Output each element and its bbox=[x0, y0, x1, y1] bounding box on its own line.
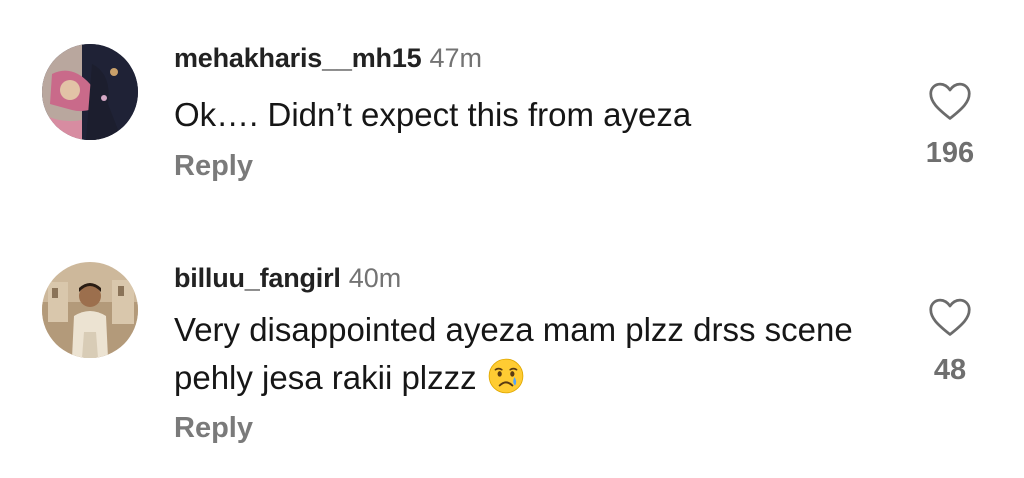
heart-outline-icon bbox=[929, 82, 971, 120]
like-count: 196 bbox=[925, 137, 975, 169]
comment-text: Very disappointed ayeza mam plzz drss sc… bbox=[174, 306, 874, 402]
timestamp: 40m bbox=[348, 263, 402, 293]
comment-item: mehakharis__mh15 47m Ok…. Didn’t expect t… bbox=[0, 0, 1024, 220]
like-button[interactable] bbox=[918, 296, 982, 340]
comment-text: Ok…. Didn’t expect this from ayeza bbox=[174, 96, 692, 133]
reply-button[interactable]: Reply bbox=[174, 410, 253, 446]
timestamp: 47m bbox=[429, 43, 482, 73]
avatar[interactable] bbox=[42, 262, 138, 358]
avatar[interactable] bbox=[42, 44, 138, 140]
avatar-image bbox=[42, 262, 138, 358]
crying-face-emoji-icon bbox=[488, 358, 523, 394]
username[interactable]: mehakharis__mh15 bbox=[174, 43, 422, 73]
comment-item: billuu_fangirl 40m Very disappointed ayez… bbox=[0, 220, 1024, 478]
reply-button[interactable]: Reply bbox=[174, 148, 253, 184]
like-count: 48 bbox=[933, 354, 967, 386]
avatar-image bbox=[42, 44, 138, 140]
heart-outline-icon bbox=[929, 298, 971, 336]
comment-meta: billuu_fangirl 40m bbox=[174, 262, 401, 294]
username[interactable]: billuu_fangirl bbox=[174, 263, 341, 293]
comment-meta: mehakharis__mh15 47m bbox=[174, 42, 482, 74]
like-button[interactable] bbox=[918, 80, 982, 124]
